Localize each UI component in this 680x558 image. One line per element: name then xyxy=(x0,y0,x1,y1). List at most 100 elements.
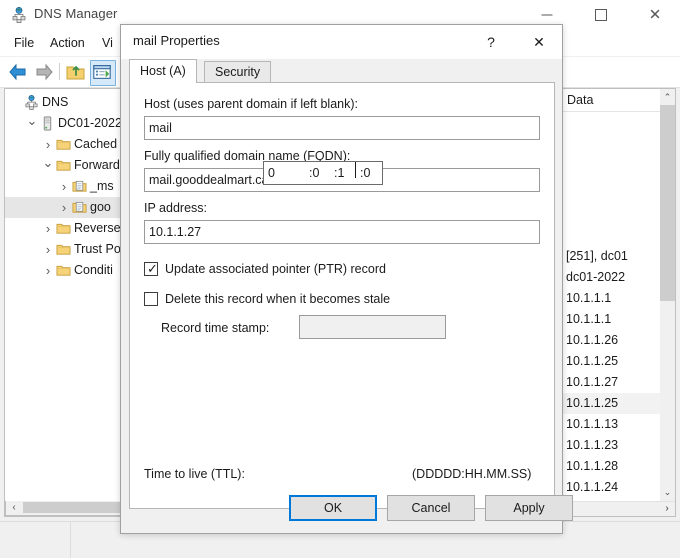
tree-item-trust-po[interactable]: › Trust Po xyxy=(5,239,138,260)
dialog-title-bar: mail Properties ? ✕ xyxy=(121,25,562,59)
ok-button[interactable]: OK xyxy=(289,495,377,521)
chevron-right-icon[interactable]: › xyxy=(41,260,55,281)
record-timestamp-label: Record time stamp: xyxy=(161,321,270,335)
tree-item-goo[interactable]: › goo xyxy=(5,197,138,218)
tree-item-forward[interactable]: ⌄ Forward xyxy=(5,155,138,176)
host-a-tab-panel: Host (uses parent domain if left blank):… xyxy=(129,82,555,509)
folder-icon xyxy=(56,137,71,152)
tab-security[interactable]: Security xyxy=(204,61,272,83)
mail-properties-dialog: mail Properties ? ✕ Host (A) Security Ho… xyxy=(120,24,573,534)
host-label: Host (uses parent domain if left blank): xyxy=(144,97,358,111)
cell-data: 10.1.1.13 xyxy=(566,417,619,431)
folder-icon xyxy=(56,263,71,278)
chevron-down-icon[interactable]: ⌄ xyxy=(25,113,39,129)
cell-data: [251], dc01 xyxy=(566,249,628,263)
chevron-right-icon[interactable]: › xyxy=(41,134,55,155)
folder-icon xyxy=(56,158,71,173)
cancel-button[interactable]: Cancel xyxy=(387,495,475,521)
menu-item-view[interactable]: Vi xyxy=(97,35,118,51)
apply-button[interactable]: Apply xyxy=(485,495,573,521)
ttl-label: Time to live (TTL): xyxy=(144,467,245,481)
dialog-title: mail Properties xyxy=(133,33,220,48)
tree-item-dns[interactable]: DNS xyxy=(5,92,138,113)
cell-data: 10.1.1.25 xyxy=(566,396,619,410)
cell-data: 10.1.1.23 xyxy=(566,438,619,452)
chevron-right-icon[interactable]: › xyxy=(41,218,55,239)
checkmark-icon: ✓ xyxy=(147,261,158,276)
dialog-close-button[interactable]: ✕ xyxy=(516,25,562,59)
tree-item-label: Trust Po xyxy=(74,242,121,256)
ip-address-label: IP address: xyxy=(144,201,208,215)
scroll-down-icon[interactable]: ⌄ xyxy=(660,484,675,500)
close-icon: ✕ xyxy=(648,6,662,24)
host-input[interactable]: mail xyxy=(144,116,540,140)
tab-host-a[interactable]: Host (A) xyxy=(129,59,197,83)
close-button[interactable]: ✕ xyxy=(632,0,678,30)
chevron-right-icon[interactable]: › xyxy=(57,197,71,218)
text-caret xyxy=(355,162,356,178)
maximize-button[interactable] xyxy=(578,0,624,30)
menu-item-file[interactable]: File xyxy=(9,35,39,51)
cell-data: 10.1.1.25 xyxy=(566,354,619,368)
tree-item-label: Cached xyxy=(74,137,118,151)
ip-address-input[interactable]: 10.1.1.27 xyxy=(144,220,540,244)
back-arrow-icon xyxy=(9,63,26,81)
tree-item-conditi[interactable]: › Conditi xyxy=(5,260,138,281)
update-ptr-checkbox[interactable]: ✓ xyxy=(144,262,158,276)
status-separator xyxy=(70,522,71,558)
list-vscroll-thumb[interactable] xyxy=(660,105,675,301)
cell-data: 10.1.1.27 xyxy=(566,375,619,389)
tree-horizontal-scrollbar[interactable]: ‹ xyxy=(5,501,138,516)
dns-server-icon xyxy=(12,7,26,23)
ttl-days-value[interactable]: 0 xyxy=(268,162,275,184)
cell-data: 10.1.1.28 xyxy=(566,459,619,473)
dns-root-icon xyxy=(24,95,39,110)
delete-stale-checkbox[interactable] xyxy=(144,292,158,306)
cell-data: 10.1.1.26 xyxy=(566,333,619,347)
maximize-icon xyxy=(595,9,607,21)
tree-hscroll-thumb[interactable] xyxy=(23,502,125,513)
tree-item-dc01-2022[interactable]: ⌄ DC01-2022 xyxy=(5,113,138,134)
chevron-right-icon[interactable]: › xyxy=(41,239,55,260)
update-ptr-label: Update associated pointer (PTR) record xyxy=(165,262,386,276)
forward-button[interactable] xyxy=(32,60,56,84)
chevron-down-icon[interactable]: ⌄ xyxy=(41,155,55,171)
scroll-left-icon[interactable]: ‹ xyxy=(7,501,21,514)
list-vertical-scrollbar[interactable]: ⌃ ⌄ xyxy=(660,89,675,516)
help-button[interactable]: ? xyxy=(468,25,514,59)
forward-arrow-icon xyxy=(36,63,53,81)
zone-icon xyxy=(72,200,87,215)
console-tree[interactable]: DNS ⌄ DC01-2022 › Cached ⌄ Forward › _ms › goo › Rev… xyxy=(4,88,139,517)
minimize-icon xyxy=(541,14,553,16)
tree-item-label: Forward xyxy=(74,158,120,172)
ttl-hours-value[interactable]: :0 xyxy=(309,162,319,184)
folder-icon xyxy=(56,221,71,236)
zone-icon xyxy=(72,179,87,194)
tree-item-cached[interactable]: › Cached xyxy=(5,134,138,155)
menu-item-action[interactable]: Action xyxy=(45,35,90,51)
column-header-data[interactable]: Data xyxy=(558,89,663,111)
scroll-up-icon[interactable]: ⌃ xyxy=(660,89,675,105)
ttl-seconds-value[interactable]: :0 xyxy=(360,162,370,184)
tree-item-reverse[interactable]: › Reverse xyxy=(5,218,138,239)
server-icon xyxy=(40,116,55,131)
ttl-input[interactable]: 0 :0 :1 :0 xyxy=(263,161,383,185)
properties-icon xyxy=(93,65,111,79)
tree-item-label: Conditi xyxy=(74,263,113,277)
record-timestamp-input xyxy=(299,315,446,339)
folder-icon xyxy=(56,242,71,257)
cell-data: 10.1.1.1 xyxy=(566,291,612,305)
chevron-right-icon[interactable]: › xyxy=(57,176,71,197)
properties-button[interactable] xyxy=(90,60,116,86)
up-folder-icon xyxy=(66,66,85,80)
back-button[interactable] xyxy=(6,60,30,84)
tree-item-label: DNS xyxy=(42,95,69,109)
ttl-minutes-value[interactable]: :1 xyxy=(334,162,344,184)
delete-stale-label: Delete this record when it becomes stale xyxy=(165,292,391,306)
tree-item-label: DC01-2022 xyxy=(58,116,122,130)
tree-item-ms[interactable]: › _ms xyxy=(5,176,138,197)
scroll-right-icon[interactable]: › xyxy=(660,502,674,515)
tree-item-label: _ms xyxy=(90,179,114,193)
up-one-level-button[interactable] xyxy=(64,60,88,84)
cell-data: 10.1.1.24 xyxy=(566,480,619,494)
